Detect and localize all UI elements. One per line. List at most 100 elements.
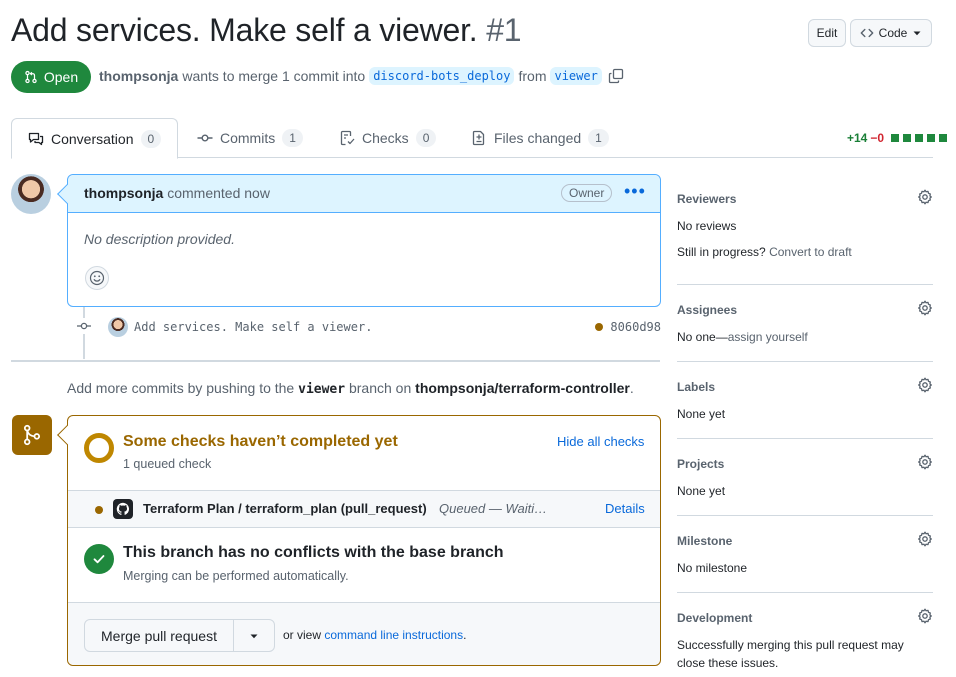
comment-author[interactable]: thompsonja	[84, 185, 163, 201]
tab-files-changed-count: 1	[588, 129, 609, 147]
diffstat-block	[915, 134, 924, 142]
triangle-down-icon	[249, 631, 259, 641]
tab-checks-count: 0	[415, 129, 437, 147]
git-pull-request-icon	[24, 70, 38, 84]
commit-author-avatar[interactable]	[108, 317, 128, 337]
assignees-value: No one—	[677, 330, 728, 344]
edit-button-label: Edit	[816, 26, 838, 40]
pr-tabs: Conversation 0 Commits 1 Checks 0 Files …	[11, 118, 933, 159]
assignees-heading[interactable]: Assignees	[677, 303, 933, 317]
push-hint-prefix: Add more commits by pushing to the	[67, 380, 295, 396]
projects-heading[interactable]: Projects	[677, 457, 933, 471]
hide-checks-link[interactable]: Hide all checks	[557, 434, 644, 449]
tab-conversation[interactable]: Conversation 0	[11, 118, 179, 159]
state-badge: Open	[11, 61, 91, 93]
owner-badge: Owner	[561, 184, 613, 202]
checks-title: Some checks haven’t completed yet	[123, 433, 398, 450]
kebab-horizontal-icon[interactable]: •••	[624, 181, 646, 202]
gear-icon[interactable]	[917, 377, 933, 393]
labels-heading[interactable]: Labels	[677, 380, 933, 394]
conflicts-subtitle: Merging can be performed automatically.	[123, 569, 349, 583]
sidebar-projects: Projects None yet	[677, 454, 933, 498]
convert-to-draft-link[interactable]: Convert to draft	[769, 245, 852, 259]
pending-circle-icon	[84, 433, 114, 463]
comment-discussion-icon	[28, 131, 44, 147]
sidebar-milestone: Milestone No milestone	[677, 531, 933, 575]
comment-header: thompsonja commented now Owner •••	[57, 175, 660, 213]
check-circle-icon	[84, 544, 114, 574]
diffstat[interactable]: +14 −0	[847, 131, 948, 145]
tab-files-changed[interactable]: Files changed 1	[471, 118, 609, 158]
queued-status-icon	[95, 506, 103, 514]
merge-actions: Merge pull request or view command line …	[68, 603, 660, 665]
development-line-1: Successfully merging this pull request m…	[677, 638, 904, 652]
gear-icon[interactable]	[917, 608, 933, 624]
from-text: from	[518, 68, 547, 84]
development-line-2: close these issues.	[677, 656, 779, 670]
pr-title-text: Add services. Make self a viewer.	[11, 12, 478, 48]
conflicts-title: This branch has no conflicts with the ba…	[123, 544, 504, 561]
checks-subtitle: 1 queued check	[123, 457, 212, 471]
reviewers-heading[interactable]: Reviewers	[677, 192, 933, 206]
tab-commits[interactable]: Commits 1	[197, 118, 303, 158]
milestone-heading[interactable]: Milestone	[677, 534, 933, 548]
check-details-link[interactable]: Details	[605, 501, 645, 516]
tab-checks-label: Checks	[362, 130, 409, 146]
commit-sha[interactable]: 8060d98	[610, 320, 661, 334]
reviewers-value: No reviews	[677, 219, 737, 233]
avatar[interactable]	[11, 174, 51, 214]
state-label: Open	[43, 69, 79, 85]
cli-hint-prefix: or view	[283, 628, 322, 642]
sidebar-divider	[677, 438, 933, 439]
merge-method-dropdown[interactable]	[234, 620, 274, 651]
triangle-down-icon	[912, 28, 922, 38]
pr-author-link[interactable]: thompsonja	[99, 68, 178, 84]
comment-timestamp[interactable]: commented now	[167, 185, 270, 201]
commit-row: Add services. Make self a viewer. 8060d9…	[76, 316, 661, 338]
base-branch[interactable]: discord-bots_deploy	[369, 67, 515, 85]
sidebar-assignees: Assignees No one—assign yourself	[677, 300, 933, 344]
comment-author-line: thompsonja commented now	[84, 185, 270, 201]
diffstat-block	[903, 134, 912, 142]
check-name: Terraform Plan / terraform_plan (pull_re…	[143, 501, 427, 516]
code-button-label: Code	[878, 26, 908, 40]
checklist-icon	[339, 130, 355, 146]
smiley-icon[interactable]	[85, 266, 109, 290]
timeline-divider	[11, 360, 660, 362]
conflicts-status: This branch has no conflicts with the ba…	[68, 528, 660, 603]
sidebar-divider	[677, 515, 933, 516]
sidebar-labels: Labels None yet	[677, 377, 933, 421]
check-item: Terraform Plan / terraform_plan (pull_re…	[68, 491, 660, 528]
sidebar-divider	[677, 284, 933, 285]
pending-status-icon[interactable]	[595, 323, 604, 331]
projects-value: None yet	[677, 484, 726, 498]
gear-icon[interactable]	[917, 454, 933, 470]
draft-prompt: Still in progress?	[677, 245, 766, 259]
gear-icon[interactable]	[917, 531, 933, 547]
git-commit-icon	[197, 130, 213, 146]
pr-title: Add services. Make self a viewer. #1	[11, 12, 522, 49]
cli-hint: or view command line instructions.	[283, 628, 466, 642]
gear-icon[interactable]	[917, 300, 933, 316]
tab-files-changed-label: Files changed	[494, 130, 582, 146]
cli-hint-period: .	[463, 628, 467, 642]
copy-icon[interactable]	[608, 68, 624, 84]
sidebar-divider	[677, 592, 933, 593]
diffstat-deletions: −0	[870, 131, 885, 145]
head-branch[interactable]: viewer	[550, 67, 602, 85]
comment-body: No description provided.	[84, 231, 235, 247]
gear-icon[interactable]	[917, 189, 933, 205]
push-hint-repo: thompsonja/terraform-controller	[415, 380, 630, 396]
edit-button[interactable]: Edit	[808, 19, 846, 47]
tab-checks[interactable]: Checks 0	[339, 118, 437, 158]
merge-pull-request-button[interactable]: Merge pull request	[85, 620, 234, 651]
pr-number: #1	[486, 12, 522, 48]
sidebar-reviewers: Reviewers No reviews Still in progress? …	[677, 189, 933, 259]
cli-instructions-link[interactable]: command line instructions	[324, 628, 463, 642]
push-hint-middle: branch on	[348, 380, 412, 396]
development-heading[interactable]: Development	[677, 611, 933, 625]
code-button[interactable]: Code	[850, 19, 932, 47]
assign-yourself-link[interactable]: assign yourself	[728, 330, 808, 344]
sidebar-divider	[677, 361, 933, 362]
commit-message[interactable]: Add services. Make self a viewer.	[134, 320, 372, 334]
